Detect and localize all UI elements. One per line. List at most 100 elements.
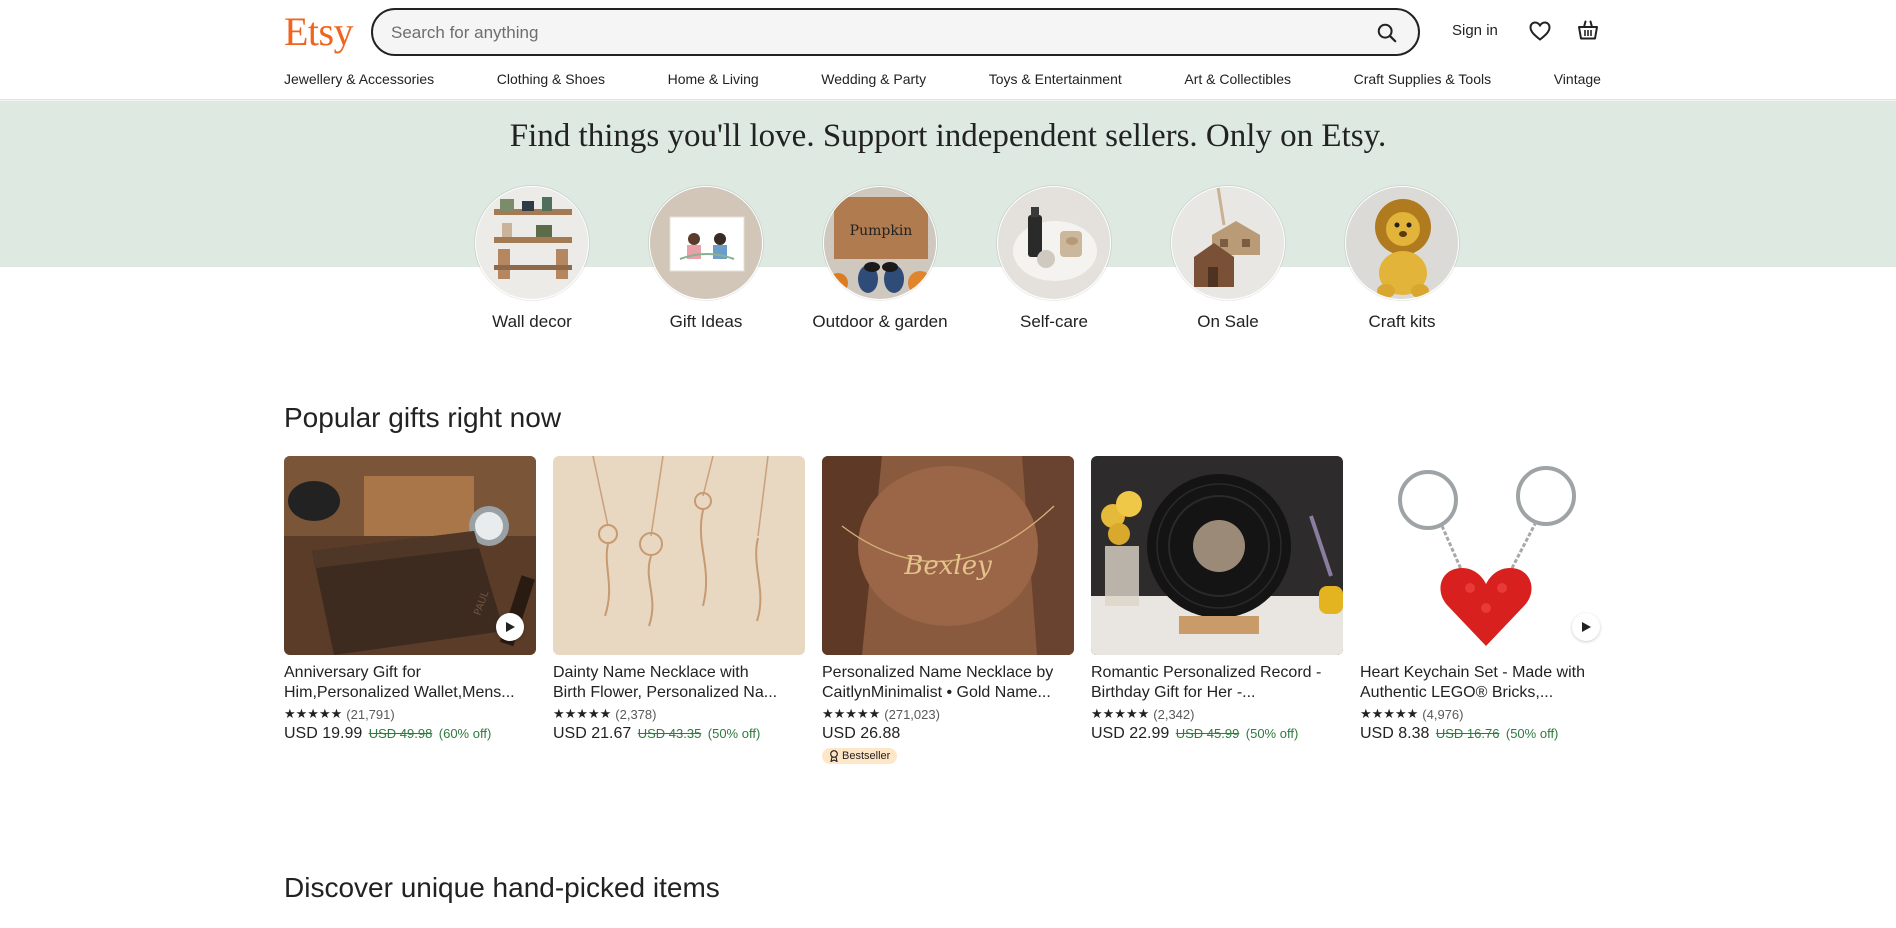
search-icon — [1377, 23, 1397, 43]
shopping-basket-icon — [1578, 20, 1598, 40]
product-rating: ★★★★★ (2,342) — [1091, 706, 1343, 722]
svg-text:Pumpkin: Pumpkin — [850, 223, 913, 239]
circle-wall-decor[interactable]: Wall decor — [457, 186, 607, 332]
product-title-line: Him,Personalized Wallet,Mens... — [284, 684, 515, 701]
discover-heading: Discover unique hand-picked items — [284, 872, 720, 903]
search-input[interactable] — [391, 20, 1351, 46]
star-rating-icons: ★★★★★ — [284, 706, 343, 721]
product-price: USD 8.38 USD 16.76 (50% off) — [1360, 725, 1612, 743]
favorites-button[interactable] — [1528, 19, 1554, 45]
product-title: Anniversary Gift for Him,Personalized Wa… — [284, 663, 536, 703]
product-card[interactable]: Romantic Personalized Record - Birthday … — [1091, 456, 1343, 743]
original-price: USD 43.35 — [637, 726, 702, 741]
product-title-line: Romantic Personalized Record - — [1091, 664, 1322, 681]
video-play-button[interactable] — [1572, 613, 1600, 641]
product-rating: ★★★★★ (2,378) — [553, 706, 805, 722]
discount-label: (50% off) — [1505, 726, 1559, 741]
circle-gift-ideas[interactable]: Gift Ideas — [631, 186, 781, 332]
site-header: Etsy Sign in Jewellery & Accessories Clo… — [0, 0, 1896, 100]
bestseller-badge: Bestseller — [822, 748, 898, 764]
circle-label: Gift Ideas — [669, 312, 743, 331]
sale-price: USD 22.99 — [1091, 725, 1170, 742]
review-count: (21,791) — [346, 706, 395, 722]
sale-price: USD 19.99 — [284, 725, 363, 742]
circle-self-care[interactable]: Self-care — [979, 186, 1129, 332]
nav-clothing-shoes[interactable]: Clothing & Shoes — [497, 71, 605, 87]
sale-price: USD 21.67 — [553, 725, 632, 742]
heart-icon — [1529, 21, 1551, 41]
video-play-button[interactable] — [496, 613, 524, 641]
review-count: (2,342) — [1153, 706, 1195, 722]
product-image: Bexley — [822, 456, 1074, 655]
craft-kits-image — [1345, 186, 1459, 300]
discount-label: (50% off) — [707, 726, 761, 741]
nav-craft-supplies-tools[interactable]: Craft Supplies & Tools — [1354, 71, 1491, 87]
product-rating: ★★★★★ (271,023) — [822, 706, 1074, 722]
circle-on-sale[interactable]: On Sale — [1153, 186, 1303, 332]
product-price: USD 22.99 USD 45.99 (50% off) — [1091, 725, 1343, 743]
svg-text:Bexley: Bexley — [903, 551, 992, 581]
original-price: USD 45.99 — [1175, 726, 1240, 741]
product-title-line: Birth Flower, Personalized Na... — [553, 684, 778, 701]
product-card[interactable]: Bexley Personalized Name Necklace by Cai… — [822, 456, 1074, 767]
circle-label: On Sale — [1197, 312, 1259, 331]
review-count: (271,023) — [884, 706, 940, 722]
product-image — [1360, 456, 1612, 655]
product-price: USD 26.88 — [822, 725, 1074, 743]
product-title: Dainty Name Necklace with Birth Flower, … — [553, 663, 805, 703]
nav-jewellery-accessories[interactable]: Jewellery & Accessories — [284, 71, 434, 87]
review-count: (2,378) — [615, 706, 657, 722]
gift-ideas-image — [649, 186, 763, 300]
circle-outdoor-garden[interactable]: Pumpkin Outdoor & garden — [805, 186, 955, 332]
product-title-line: Personalized Name Necklace by — [822, 664, 1054, 681]
circle-craft-kits[interactable]: Craft kits — [1327, 186, 1477, 332]
on-sale-image — [1171, 186, 1285, 300]
original-price: USD 49.98 — [368, 726, 433, 741]
product-title-line: Birthday Gift for Her -... — [1091, 684, 1256, 701]
circle-label: Wall decor — [492, 312, 572, 331]
product-card[interactable]: Dainty Name Necklace with Birth Flower, … — [553, 456, 805, 743]
category-nav: Jewellery & Accessories Clothing & Shoes… — [284, 71, 1601, 87]
product-title-line: Dainty Name Necklace with — [553, 664, 749, 681]
nav-vintage[interactable]: Vintage — [1554, 71, 1601, 87]
circle-label: Self-care — [1019, 312, 1089, 331]
sale-price: USD 26.88 — [822, 725, 901, 742]
star-rating-icons: ★★★★★ — [1360, 706, 1419, 721]
product-title: Heart Keychain Set - Made with Authentic… — [1360, 663, 1612, 703]
star-rating-icons: ★★★★★ — [1091, 706, 1150, 721]
product-title-line: Authentic LEGO® Bricks,... — [1360, 684, 1554, 701]
product-rating: ★★★★★ (21,791) — [284, 706, 536, 722]
nav-home-living[interactable]: Home & Living — [668, 71, 759, 87]
sign-in-link[interactable]: Sign in — [1452, 22, 1498, 39]
discount-label: (50% off) — [1245, 726, 1299, 741]
award-ribbon-icon — [830, 750, 838, 762]
play-icon — [506, 622, 515, 632]
product-rating: ★★★★★ (4,976) — [1360, 706, 1612, 722]
star-rating-icons: ★★★★★ — [553, 706, 612, 721]
circle-label: Outdoor & garden — [812, 312, 948, 331]
original-price: USD 16.76 — [1435, 726, 1500, 741]
badge-label: Bestseller — [842, 750, 891, 762]
product-image — [553, 456, 805, 655]
product-image — [1091, 456, 1343, 655]
product-title-line: Anniversary Gift for — [284, 664, 421, 681]
search-bar — [371, 8, 1420, 56]
product-title: Personalized Name Necklace by CaitlynMin… — [822, 663, 1074, 703]
wall-decor-image — [475, 186, 589, 300]
product-card[interactable]: PAUL Anniversary Gift for Him,Personaliz… — [284, 456, 536, 743]
product-card[interactable]: Heart Keychain Set - Made with Authentic… — [1360, 456, 1612, 743]
self-care-image — [997, 186, 1111, 300]
category-circles: Wall decor Gift Ideas Pumpkin Outdoor & … — [457, 186, 1459, 356]
etsy-logo[interactable]: Etsy — [284, 8, 354, 55]
product-price: USD 19.99 USD 49.98 (60% off) — [284, 725, 536, 743]
star-rating-icons: ★★★★★ — [822, 706, 881, 721]
product-price: USD 21.67 USD 43.35 (50% off) — [553, 725, 805, 743]
review-count: (4,976) — [1422, 706, 1464, 722]
cart-button[interactable] — [1576, 18, 1602, 44]
nav-art-collectibles[interactable]: Art & Collectibles — [1184, 71, 1291, 87]
play-icon — [1582, 622, 1591, 632]
circle-label: Craft kits — [1368, 312, 1436, 331]
nav-toys-entertainment[interactable]: Toys & Entertainment — [989, 71, 1122, 87]
search-button[interactable] — [1374, 20, 1400, 46]
nav-wedding-party[interactable]: Wedding & Party — [821, 71, 926, 87]
